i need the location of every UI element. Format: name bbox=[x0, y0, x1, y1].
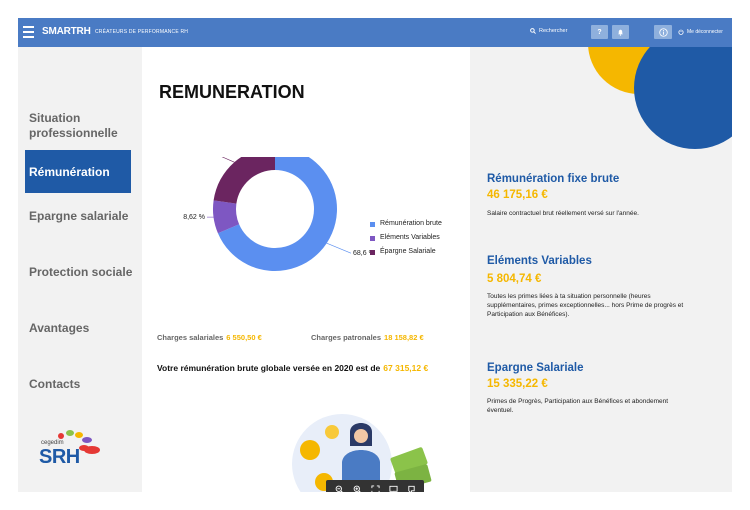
total-remuneration: Votre rémunération brute globale versée … bbox=[157, 363, 428, 373]
zoom-out-button[interactable] bbox=[333, 484, 345, 492]
charges-salariales-label: Charges salariales bbox=[157, 333, 224, 342]
donut-slice-epargne-salariale[interactable] bbox=[213, 157, 275, 204]
main-content: REMUNERATION 68,6 %8,62 %22,78 % Rémunér… bbox=[142, 47, 470, 492]
zoom-in-icon bbox=[353, 485, 361, 492]
zoom-in-button[interactable] bbox=[351, 484, 363, 492]
section-variables-title: Eléments Variables bbox=[487, 255, 592, 267]
sidebar: Situation professionnelle Rémunération E… bbox=[18, 47, 142, 492]
fullscreen-button[interactable] bbox=[369, 484, 381, 492]
details-panel: Rémunération fixe brute 46 175,16 € Sala… bbox=[470, 47, 732, 492]
help-button[interactable]: ? bbox=[591, 25, 608, 39]
section-variables-desc: Toutes les primes liées à ta situation p… bbox=[487, 293, 684, 318]
section-epargne-title: Epargne Salariale bbox=[487, 362, 584, 374]
section-fixe-title: Rémunération fixe brute bbox=[487, 173, 620, 185]
section-variables-value: 5 804,74 € bbox=[487, 273, 542, 285]
brand-big-text: SRH bbox=[39, 446, 80, 468]
donut-leader-remuneration-brute bbox=[326, 242, 352, 254]
section-epargne-value: 15 335,22 € bbox=[487, 378, 548, 390]
chart-legend: Rémunération brute Eléments Variables Épar… bbox=[370, 220, 460, 262]
notifications-button[interactable] bbox=[612, 25, 629, 39]
charges-salariales-value: 6 550,50 € bbox=[226, 333, 262, 342]
annotate-button[interactable] bbox=[405, 484, 417, 492]
image-toolbar bbox=[326, 480, 424, 492]
legend-label: Épargne Salariale bbox=[380, 248, 436, 255]
search-label: Rechercher bbox=[539, 28, 568, 34]
sidebar-item-remuneration[interactable]: Rémunération bbox=[25, 150, 131, 193]
charges-patronales: Charges patronales 18 158,82 € bbox=[311, 333, 424, 342]
legend-item-remuneration-brute[interactable]: Rémunération brute bbox=[370, 220, 460, 228]
zoom-out-icon bbox=[335, 485, 343, 492]
app-logo[interactable]: SMARTRH bbox=[42, 26, 91, 37]
brand-logo: cegedim SRH bbox=[37, 426, 127, 471]
expand-icon bbox=[370, 485, 380, 492]
legend-swatch bbox=[370, 236, 375, 241]
bell-icon bbox=[618, 29, 623, 36]
donut-label-elements-variables: 8,62 % bbox=[183, 214, 205, 221]
comment-button[interactable] bbox=[387, 484, 399, 492]
legend-label: Eléments Variables bbox=[380, 234, 440, 241]
legend-swatch bbox=[370, 250, 375, 255]
search-button[interactable]: Rechercher bbox=[530, 28, 567, 34]
decor-blue-circle bbox=[634, 47, 732, 149]
legend-item-elements-variables[interactable]: Eléments Variables bbox=[370, 234, 460, 242]
sidebar-item-epargne[interactable]: Epargne salariale bbox=[29, 209, 128, 224]
page-title: REMUNERATION bbox=[159, 82, 305, 102]
help-label: ? bbox=[597, 28, 602, 36]
logout-label: Me déconnecter bbox=[687, 29, 723, 35]
legend-item-epargne-salariale[interactable]: Épargne Salariale bbox=[370, 248, 460, 256]
sidebar-item-avantages[interactable]: Avantages bbox=[29, 321, 89, 336]
app-frame: SMARTRH CRÉATEURS DE PERFORMANCE RH Rech… bbox=[18, 18, 732, 492]
section-fixe-desc: Salaire contractuel brut réellement vers… bbox=[487, 210, 639, 217]
charges-patronales-value: 18 158,82 € bbox=[384, 333, 424, 342]
info-icon bbox=[658, 27, 668, 37]
comment-icon bbox=[388, 485, 398, 492]
charges-salariales: Charges salariales 6 550,50 € bbox=[157, 333, 262, 342]
app-tagline: CRÉATEURS DE PERFORMANCE RH bbox=[95, 29, 189, 35]
section-fixe-value: 46 175,16 € bbox=[487, 189, 548, 201]
info-button[interactable] bbox=[654, 25, 672, 39]
logout-button[interactable]: Me déconnecter bbox=[678, 29, 723, 35]
legend-label: Rémunération brute bbox=[380, 220, 442, 227]
sidebar-item-contacts[interactable]: Contacts bbox=[29, 377, 80, 392]
legend-swatch bbox=[370, 222, 375, 227]
search-icon bbox=[530, 28, 536, 34]
total-label: Votre rémunération brute globale versée … bbox=[157, 363, 381, 373]
top-bar: SMARTRH CRÉATEURS DE PERFORMANCE RH Rech… bbox=[18, 18, 732, 47]
charges-patronales-label: Charges patronales bbox=[311, 333, 382, 342]
total-value: 67 315,12 € bbox=[383, 363, 429, 373]
power-icon bbox=[678, 29, 684, 35]
donut-leader-epargne-salariale bbox=[221, 157, 235, 163]
sidebar-item-protection[interactable]: Protection sociale bbox=[29, 265, 132, 280]
speech-bubble-icon bbox=[407, 485, 415, 492]
menu-icon[interactable] bbox=[23, 26, 34, 38]
sidebar-item-situation[interactable]: Situation professionnelle bbox=[29, 111, 129, 141]
section-epargne-desc: Primes de Progrès, Participation aux Bén… bbox=[487, 398, 669, 414]
